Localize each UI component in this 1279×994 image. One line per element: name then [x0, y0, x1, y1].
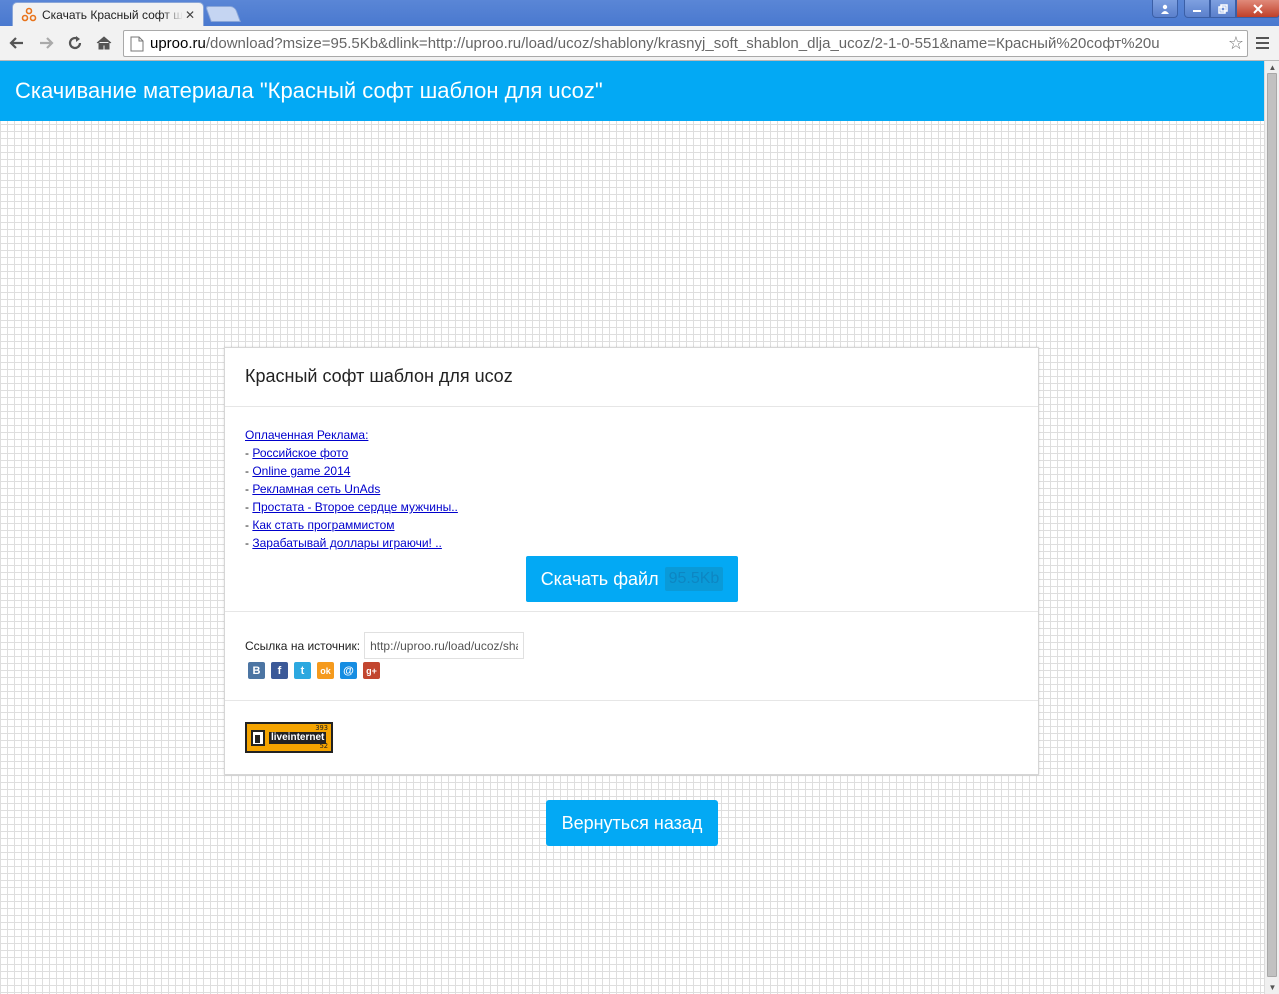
ad-link[interactable]: Online game 2014: [252, 464, 350, 478]
minimize-button[interactable]: [1184, 0, 1210, 18]
page-icon: [130, 36, 144, 52]
forward-arrow-icon[interactable]: [35, 32, 57, 54]
user-profile-icon[interactable]: [1152, 0, 1178, 18]
site-favicon-icon: [21, 7, 37, 23]
browser-titlebar: Скачать Красный софт ш ✕: [0, 0, 1279, 26]
bookmark-star-icon[interactable]: ☆: [1225, 33, 1247, 54]
ad-item: - Зарабатывай доллары играючи! ..: [245, 536, 442, 550]
vertical-scrollbar[interactable]: ▲ ▼: [1264, 61, 1279, 994]
ad-link[interactable]: Рекламная сеть UnAds: [252, 482, 380, 496]
reload-icon[interactable]: [64, 32, 86, 54]
googleplus-share-icon[interactable]: g+: [363, 662, 380, 679]
odnoklassniki-share-icon[interactable]: ok: [317, 662, 334, 679]
divider: [225, 611, 1038, 612]
facebook-share-icon[interactable]: f: [271, 662, 288, 679]
download-card: Красный софт шаблон для ucoz Оплаченная …: [224, 347, 1039, 775]
tab-title: Скачать Красный софт ш: [42, 7, 183, 22]
ad-link[interactable]: Зарабатывай доллары играючи! ..: [252, 536, 442, 550]
twitter-share-icon[interactable]: t: [294, 662, 311, 679]
ad-item: - Простата - Второе сердце мужчины..: [245, 500, 458, 514]
ad-item: - Рекламная сеть UnAds: [245, 482, 381, 496]
scroll-thumb[interactable]: [1267, 73, 1277, 977]
close-window-button[interactable]: [1236, 0, 1279, 18]
counter-label: liveinternet: [269, 731, 327, 744]
home-icon[interactable]: [93, 32, 115, 54]
new-tab-button[interactable]: [205, 6, 241, 22]
vk-share-icon[interactable]: B: [248, 662, 265, 679]
address-bar[interactable]: uproo.ru/download?msize=95.5Kb&dlink=htt…: [123, 30, 1248, 57]
scroll-up-icon[interactable]: ▲: [1268, 63, 1277, 72]
tab-close-icon[interactable]: ✕: [183, 8, 197, 22]
source-label: Ссылка на источник:: [245, 638, 361, 653]
go-back-button[interactable]: Вернуться назад: [546, 800, 718, 846]
material-title: Красный софт шаблон для ucoz: [245, 366, 513, 386]
browser-toolbar: uproo.ru/download?msize=95.5Kb&dlink=htt…: [0, 26, 1279, 61]
back-arrow-icon[interactable]: [6, 32, 28, 54]
browser-tab[interactable]: Скачать Красный софт ш ✕: [12, 2, 204, 26]
browser-menu-icon[interactable]: [1254, 35, 1270, 51]
liveinternet-counter[interactable]: liveinternet 393 52: [245, 722, 333, 753]
ad-link[interactable]: Как стать программистом: [252, 518, 394, 532]
share-buttons: B f t ok @ g+: [248, 662, 380, 679]
url-text: uproo.ru/download?msize=95.5Kb&dlink=htt…: [150, 35, 1225, 52]
ad-item: - Online game 2014: [245, 464, 351, 478]
scroll-down-icon[interactable]: ▼: [1268, 983, 1277, 992]
counter-logo-icon: [251, 729, 265, 746]
source-row: Ссылка на источник:: [245, 632, 525, 659]
url-path: /download?msize=95.5Kb&dlink=http://upro…: [205, 35, 1160, 52]
ad-item: - Как стать программистом: [245, 518, 395, 532]
ads-heading-link[interactable]: Оплаченная Реклама:: [245, 428, 368, 442]
window-controls: [1152, 0, 1279, 18]
mailru-share-icon[interactable]: @: [340, 662, 357, 679]
counter-top-number: 393: [315, 724, 328, 732]
divider: [225, 700, 1038, 701]
ad-item: - Российское фото: [245, 446, 349, 460]
source-link-input[interactable]: [364, 632, 525, 659]
restore-button[interactable]: [1210, 0, 1236, 18]
page-viewport: Скачивание материала "Красный софт шабло…: [0, 61, 1264, 994]
download-file-button[interactable]: Скачать файл 95.5Kb: [526, 556, 738, 602]
counter-bottom-number: 52: [319, 742, 328, 750]
url-host: uproo.ru: [150, 35, 206, 52]
ad-link[interactable]: Российское фото: [252, 446, 348, 460]
ads-block: Оплаченная Реклама: - Российское фото - …: [245, 426, 458, 552]
divider: [225, 406, 1038, 407]
download-label: Скачать файл: [540, 568, 659, 589]
file-size-badge: 95.5Kb: [664, 567, 724, 591]
ad-link[interactable]: Простата - Второе сердце мужчины..: [252, 500, 458, 514]
page-header: Скачивание материала "Красный софт шабло…: [0, 61, 1264, 121]
